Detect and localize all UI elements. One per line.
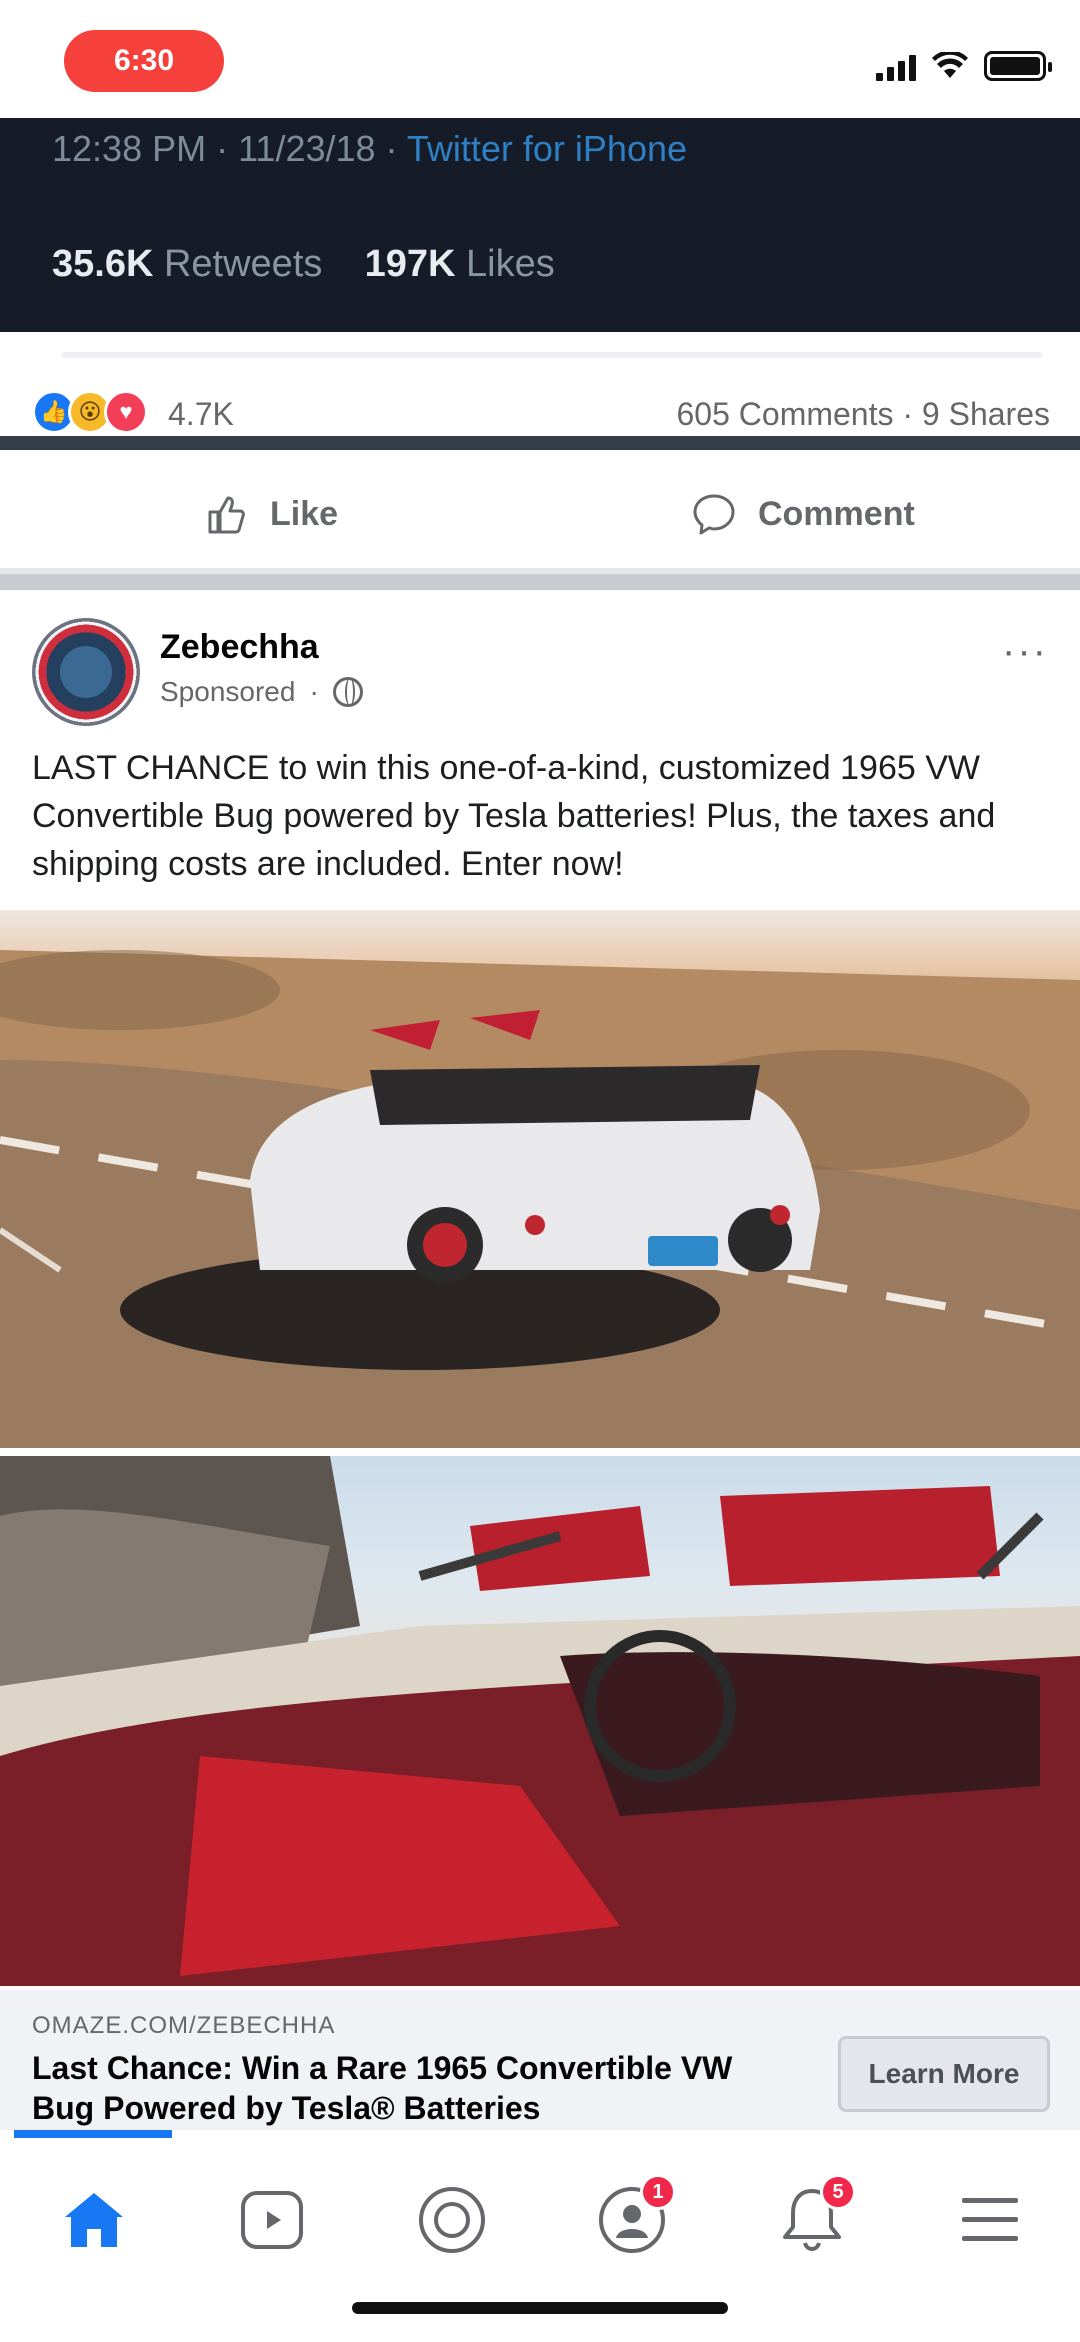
tweet-stats: 35.6K Retweets 197K Likes bbox=[52, 243, 555, 286]
comment-icon bbox=[688, 488, 740, 540]
shared-tweet-card[interactable]: 12:38 PM · 11/23/18 · Twitter for iPhone… bbox=[0, 118, 1080, 450]
ad-domain: OMAZE.COM/ZEBECHHA bbox=[32, 2012, 336, 2039]
car-interior-illustration bbox=[0, 1456, 1080, 1986]
active-tab-indicator bbox=[14, 2130, 172, 2138]
page-avatar[interactable] bbox=[32, 618, 140, 726]
reactions-row[interactable]: 👍 😮 ♥ 4.7K 605 Comments · 9 Shares bbox=[0, 378, 1080, 448]
signal-icon bbox=[876, 51, 916, 81]
notifications-badge: 5 bbox=[820, 2174, 856, 2210]
battery-icon bbox=[984, 51, 1052, 81]
home-icon bbox=[65, 2193, 123, 2247]
retweets-count: 35.6K bbox=[52, 243, 154, 285]
home-indicator-bar[interactable] bbox=[352, 2302, 728, 2314]
more-options-button[interactable]: ··· bbox=[1002, 631, 1048, 671]
wifi-icon bbox=[932, 52, 968, 78]
post-image-car-interior[interactable] bbox=[0, 1456, 1080, 1986]
tweet-source-link[interactable]: Twitter for iPhone bbox=[407, 128, 687, 169]
menu-icon bbox=[962, 2198, 1018, 2241]
sponsored-label: Sponsored bbox=[160, 676, 296, 707]
reaction-icons: 👍 😮 ♥ bbox=[32, 390, 148, 434]
sponsored-label-row: Sponsored · bbox=[160, 676, 363, 708]
status-time: 6:30 bbox=[64, 30, 224, 92]
like-button[interactable]: Like bbox=[200, 488, 338, 540]
post-text: LAST CHANCE to win this one-of-a-kind, c… bbox=[32, 749, 996, 883]
watch-icon bbox=[241, 2191, 303, 2249]
nav-menu[interactable] bbox=[930, 2160, 1050, 2280]
likes-label: Likes bbox=[466, 243, 555, 285]
page-name[interactable]: Zebechha bbox=[160, 628, 319, 667]
car-road-illustration bbox=[0, 950, 1080, 1448]
likes-count: 197K bbox=[364, 243, 456, 285]
comment-button[interactable]: Comment bbox=[688, 488, 915, 540]
nav-watch[interactable] bbox=[212, 2160, 332, 2280]
ad-headline[interactable]: Last Chance: Win a Rare 1965 Convertible… bbox=[32, 2048, 792, 2128]
status-icons bbox=[876, 46, 1052, 86]
tweet-meta: 12:38 PM · 11/23/18 · Twitter for iPhone bbox=[52, 128, 687, 170]
like-label: Like bbox=[270, 494, 339, 533]
nav-notifications[interactable]: 5 bbox=[752, 2160, 872, 2280]
comment-label: Comment bbox=[758, 494, 915, 533]
post-image-car-road[interactable] bbox=[0, 910, 1080, 1448]
ad-link-bar[interactable]: OMAZE.COM/ZEBECHHA Last Chance: Win a Ra… bbox=[0, 1990, 1080, 2130]
nav-groups[interactable]: 1 bbox=[572, 2160, 692, 2280]
comments-shares-count[interactable]: 605 Comments · 9 Shares bbox=[677, 396, 1051, 433]
retweets-label: Retweets bbox=[163, 243, 323, 285]
reaction-count[interactable]: 4.7K bbox=[168, 396, 234, 433]
learn-more-button[interactable]: Learn More bbox=[838, 2036, 1050, 2112]
groups-badge: 1 bbox=[640, 2174, 676, 2210]
thumbs-up-icon bbox=[200, 488, 252, 540]
globe-icon bbox=[332, 677, 363, 707]
feed-divider bbox=[0, 568, 1080, 590]
love-reaction-icon: ♥ bbox=[104, 390, 148, 434]
nav-home[interactable] bbox=[34, 2160, 154, 2280]
divider bbox=[62, 352, 1042, 358]
tweet-time: 12:38 PM · 11/23/18 · bbox=[52, 128, 407, 169]
post-actions: Like Comment bbox=[0, 480, 1080, 560]
marketplace-icon bbox=[419, 2187, 485, 2253]
status-bar: 6:30 bbox=[0, 0, 1080, 118]
nav-marketplace[interactable] bbox=[392, 2160, 512, 2280]
